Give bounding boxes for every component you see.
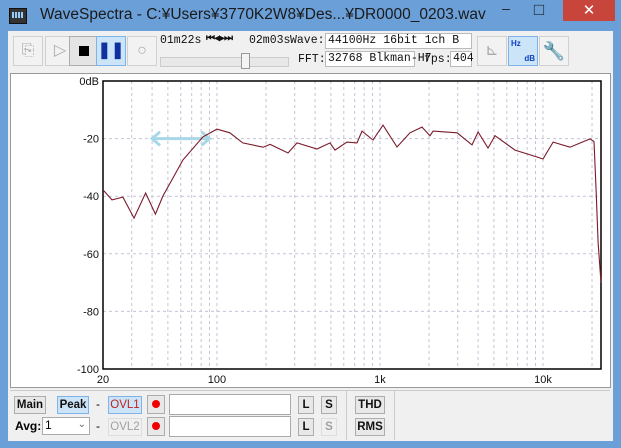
y-tick-label: -60 xyxy=(83,249,99,261)
y-tick-label: 0dB xyxy=(79,76,99,88)
separator-dash: - xyxy=(96,397,100,411)
ovl2-record-button[interactable] xyxy=(147,417,165,436)
x-tick-label: 1k xyxy=(374,374,386,386)
ovl1-record-button[interactable] xyxy=(147,395,165,414)
record-dot-icon xyxy=(152,400,160,408)
peak-button[interactable]: Peak xyxy=(57,396,89,414)
thd-button[interactable]: THD xyxy=(355,396,385,414)
ovl1-field[interactable] xyxy=(169,394,291,415)
ovl2-save-button[interactable]: S xyxy=(321,418,337,436)
y-tick-label: -40 xyxy=(83,191,99,203)
ovl2-field[interactable] xyxy=(169,416,291,437)
ovl1-load-button[interactable]: L xyxy=(298,396,314,414)
avg-select[interactable]: 1 ⌄ xyxy=(42,417,90,435)
spectrum-chart: 0dB -20 -40 -60 -80 -10020 100 1k 10k xyxy=(77,76,602,386)
divider xyxy=(394,391,395,440)
ovl1-button[interactable]: OVL1 xyxy=(108,396,142,414)
y-tick-label: -20 xyxy=(83,134,99,146)
main-button[interactable]: Main xyxy=(14,396,46,414)
divider xyxy=(10,390,610,391)
x-tick-label: 100 xyxy=(208,374,226,386)
divider xyxy=(346,391,347,440)
separator-dash: - xyxy=(96,419,100,433)
ovl2-load-button[interactable]: L xyxy=(298,418,314,436)
plot-area xyxy=(103,81,601,369)
y-tick-label: -100 xyxy=(77,364,99,376)
ovl1-save-button[interactable]: S xyxy=(321,396,337,414)
y-tick-label: -80 xyxy=(83,306,99,318)
avg-label: Avg: xyxy=(15,419,42,433)
chevron-down-icon: ⌄ xyxy=(77,419,86,430)
x-tick-label: 20 xyxy=(97,374,109,386)
rms-button[interactable]: RMS xyxy=(355,418,385,436)
ovl2-button[interactable]: OVL2 xyxy=(108,418,142,436)
x-tick-label: 10k xyxy=(534,374,552,386)
record-dot-icon xyxy=(152,422,160,430)
